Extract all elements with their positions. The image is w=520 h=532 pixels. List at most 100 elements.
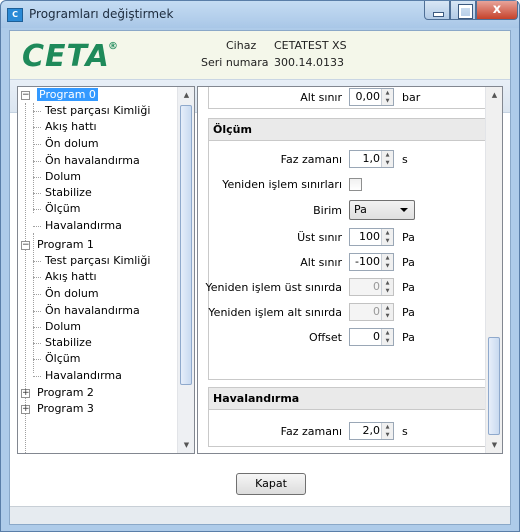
ust-sinir-input[interactable]: 100 ▲ ▼ bbox=[349, 228, 394, 246]
unit-label: s bbox=[402, 153, 408, 166]
tree-item[interactable]: Test parçası Kimliği bbox=[45, 253, 150, 269]
spin-up-icon[interactable]: ▲ bbox=[382, 229, 393, 237]
spin-value: 0 bbox=[373, 330, 380, 343]
tree-connector bbox=[33, 277, 41, 278]
tree-scroll-thumb[interactable] bbox=[180, 105, 192, 385]
tree-item[interactable]: Havalandırma bbox=[45, 218, 122, 234]
spin-up-icon: ▲ bbox=[385, 280, 390, 286]
spin-down-icon[interactable]: ▼ bbox=[382, 262, 393, 270]
close-window-button[interactable]: x bbox=[476, 1, 518, 20]
spin-buttons[interactable]: ▲ ▼ bbox=[381, 89, 393, 105]
tree-item[interactable]: Ön dolum bbox=[45, 286, 99, 302]
device-label: Cihaz bbox=[226, 39, 257, 52]
collapse-toggle[interactable]: − bbox=[21, 241, 30, 250]
olcum-header: Ölçüm bbox=[209, 119, 487, 141]
faz-zamani-label: Faz zamanı bbox=[280, 153, 342, 166]
spin-buttons: ▲ ▼ bbox=[381, 304, 393, 320]
alt-sinir-input[interactable]: -100 ▲ ▼ bbox=[349, 253, 394, 271]
status-strip bbox=[10, 506, 510, 524]
tree-item[interactable]: Ön dolum bbox=[45, 136, 99, 152]
spin-value: 0,00 bbox=[355, 90, 381, 103]
scroll-down-icon[interactable]: ▼ bbox=[487, 437, 502, 453]
props-scrollbar[interactable]: ▲ ▼ bbox=[485, 87, 502, 453]
tree-item[interactable]: Stabilize bbox=[45, 335, 92, 351]
tree-item[interactable]: Havalandırma bbox=[45, 368, 122, 384]
tree-connector bbox=[33, 261, 41, 262]
spin-up-icon[interactable]: ▲ bbox=[382, 254, 393, 262]
scroll-up-icon[interactable]: ▲ bbox=[487, 87, 502, 103]
spin-up-icon[interactable]: ▲ bbox=[382, 89, 393, 97]
spin-buttons[interactable]: ▲ ▼ bbox=[381, 229, 393, 245]
reprocess-upper-input: 0 ▲ ▼ bbox=[349, 278, 394, 296]
program-tree[interactable]: − Program 0 Test parçası Kimliği Akış ha… bbox=[17, 86, 195, 454]
title-bar[interactable]: C Programları değiştirmek x bbox=[1, 1, 519, 28]
tree-item[interactable]: Ölçüm bbox=[45, 201, 80, 217]
spin-down-icon[interactable]: ▼ bbox=[382, 97, 393, 105]
birim-selected: Pa bbox=[354, 203, 367, 216]
registered-mark: ® bbox=[108, 41, 118, 52]
tree-item[interactable]: Ön havalandırma bbox=[45, 303, 140, 319]
scroll-down-icon[interactable]: ▼ bbox=[179, 437, 194, 453]
unit-label: bar bbox=[402, 91, 421, 104]
close-icon: x bbox=[492, 2, 502, 17]
tree-scrollbar[interactable]: ▲ ▼ bbox=[177, 87, 194, 453]
expand-toggle[interactable]: + bbox=[21, 389, 30, 398]
tree-item[interactable]: Dolum bbox=[45, 319, 81, 335]
scroll-up-icon[interactable]: ▲ bbox=[179, 87, 194, 103]
kapat-button[interactable]: Kapat bbox=[236, 473, 306, 495]
expand-toggle[interactable]: + bbox=[21, 405, 30, 414]
tree-program-3[interactable]: Program 3 bbox=[37, 401, 94, 417]
tree-connector bbox=[33, 193, 41, 194]
spin-buttons[interactable]: ▲ ▼ bbox=[381, 423, 393, 439]
properties-panel[interactable]: Alt sınır 0,00 ▲ ▼ bar Ölçüm Faz zamanı 1,… bbox=[197, 86, 503, 454]
spin-up-icon[interactable]: ▲ bbox=[382, 329, 393, 337]
tree-item[interactable]: Ölçüm bbox=[45, 351, 80, 367]
spin-down-icon[interactable]: ▼ bbox=[382, 237, 393, 245]
tree-item[interactable]: Stabilize bbox=[45, 185, 92, 201]
tree-program-2[interactable]: Program 2 bbox=[37, 385, 94, 401]
tree-connector bbox=[25, 103, 26, 453]
birim-dropdown[interactable]: Pa bbox=[349, 200, 415, 220]
unit-label: Pa bbox=[402, 256, 415, 269]
havalandirma-faz-input[interactable]: 2,0 ▲ ▼ bbox=[349, 422, 394, 440]
reprocess-limits-checkbox[interactable] bbox=[349, 178, 362, 191]
spin-buttons[interactable]: ▲ ▼ bbox=[381, 151, 393, 167]
alt-sinir-label: Alt sınır bbox=[300, 256, 342, 269]
tree-item[interactable]: Dolum bbox=[45, 169, 81, 185]
maximize-button[interactable] bbox=[450, 1, 476, 20]
spin-down-icon: ▼ bbox=[385, 313, 390, 319]
spin-value: 0 bbox=[373, 305, 380, 318]
tree-item[interactable]: Akış hattı bbox=[45, 269, 97, 285]
birim-label: Birim bbox=[313, 204, 342, 217]
tree-item[interactable]: Ön havalandırma bbox=[45, 153, 140, 169]
alt-sinir-label: Alt sınır bbox=[300, 91, 342, 104]
tree-connector bbox=[33, 343, 41, 344]
tree-program-1[interactable]: Program 1 bbox=[37, 237, 94, 253]
minimize-button[interactable] bbox=[424, 1, 450, 20]
tree-program-0[interactable]: Program 0 bbox=[37, 87, 98, 103]
spin-buttons: ▲ ▼ bbox=[381, 279, 393, 295]
spin-buttons[interactable]: ▲ ▼ bbox=[381, 329, 393, 345]
spin-up-icon[interactable]: ▲ bbox=[382, 423, 393, 431]
spin-down-icon[interactable]: ▼ bbox=[382, 159, 393, 167]
props-scroll-thumb[interactable] bbox=[488, 337, 500, 435]
tree-connector bbox=[33, 209, 41, 210]
tree-connector bbox=[33, 311, 41, 312]
spin-down-icon[interactable]: ▼ bbox=[382, 431, 393, 439]
spin-down-icon[interactable]: ▼ bbox=[382, 337, 393, 345]
tree-item[interactable]: Akış hattı bbox=[45, 119, 97, 135]
spin-value: -100 bbox=[355, 255, 380, 268]
tree-connector bbox=[33, 111, 41, 112]
header-panel: CETA ® Cihaz CETATEST XS Seri numara 300… bbox=[10, 31, 510, 79]
spin-value: 2,0 bbox=[362, 424, 381, 437]
spin-buttons[interactable]: ▲ ▼ bbox=[381, 254, 393, 270]
unit-label: Pa bbox=[402, 331, 415, 344]
reprocess-limits-label: Yeniden işlem sınırları bbox=[222, 178, 342, 191]
tree-item[interactable]: Test parçası Kimliği bbox=[45, 103, 150, 119]
spin-up-icon[interactable]: ▲ bbox=[382, 151, 393, 159]
collapse-toggle[interactable]: − bbox=[21, 91, 30, 100]
tree-connector bbox=[33, 127, 41, 128]
alt-sinir-bar-input[interactable]: 0,00 ▲ ▼ bbox=[349, 88, 394, 106]
faz-zamani-input[interactable]: 1,0 ▲ ▼ bbox=[349, 150, 394, 168]
offset-input[interactable]: 0 ▲ ▼ bbox=[349, 328, 394, 346]
